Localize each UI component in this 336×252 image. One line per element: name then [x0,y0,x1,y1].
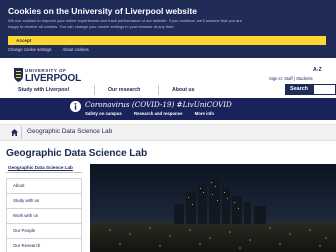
covid-links: Safety on campus Research and response M… [85,111,225,116]
cookie-links: Change cookie settings About cookies [8,47,99,52]
nav-divider [94,85,95,95]
a-z-link[interactable]: A-Z [313,67,322,73]
university-crest-icon[interactable] [14,68,23,82]
cookie-banner: Cookies on the University of Liverpool w… [0,0,336,58]
side-nav-item-about[interactable]: About [6,178,82,194]
breadcrumb-divider [21,126,22,139]
logo-wordmark[interactable]: LIVERPOOL [25,73,81,84]
page-title: Geographic Data Science Lab [6,148,148,159]
home-icon[interactable] [11,129,18,136]
cookie-body: We use cookies to improve your online ex… [8,18,326,30]
breadcrumb-current[interactable]: Geographic Data Science Lab [27,128,112,135]
change-cookie-settings-link[interactable]: Change cookie settings [8,47,52,52]
covid-link-research[interactable]: Research and response [134,111,182,116]
about-cookies-link[interactable]: About cookies [62,47,88,52]
info-circle-icon [70,101,81,112]
side-nav-item-study[interactable]: Study with us [6,193,82,209]
nav-about-us[interactable]: About us [172,85,194,98]
city-skyline-image [90,164,336,252]
covid-link-more-info[interactable]: More info [195,111,214,116]
cookie-body-line-2: happy to receive all cookies. You can ch… [8,24,175,29]
side-nav-item-work[interactable]: Work with us [6,208,82,224]
cookie-title: Cookies on the University of Liverpool w… [8,6,197,16]
covid-link-safety[interactable]: Safety on campus [85,111,122,116]
search-toggle[interactable] [313,84,336,95]
nav-divider [158,85,159,95]
side-nav-item-people[interactable]: Our People [6,223,82,239]
sign-in-links[interactable]: Sign in: Staff | Students [269,76,313,81]
search-button[interactable]: Search [285,84,313,95]
covid-title[interactable]: Coronavirus (COVID-19) #LivUniCOVID [85,100,232,109]
nav-study-with-liverpool[interactable]: Study with Liverpool [18,85,69,98]
side-nav-item-research[interactable]: Our Research [6,238,82,252]
nav-our-research[interactable]: Our research [108,85,140,98]
accept-cookies-button[interactable]: Accept [8,36,326,45]
side-nav-heading[interactable]: Geographic Data Science Lab [6,164,82,173]
page: Cookies on the University of Liverpool w… [0,0,336,252]
